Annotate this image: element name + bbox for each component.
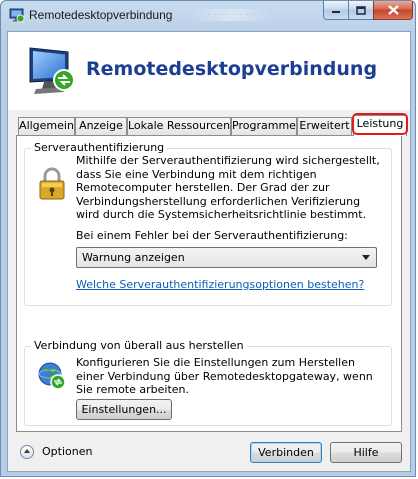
close-icon [387,5,399,15]
settings-button[interactable]: Einstellungen... [76,399,172,420]
error-behavior-label: Bei einem Fehler bei der Serverauthentif… [76,229,348,242]
tab-leistung[interactable]: Leistung [353,115,407,136]
tab-erweitert[interactable]: Erweitert [297,117,352,135]
lock-icon [39,167,65,200]
remote-desktop-icon [9,8,25,23]
server-auth-group-title: Serverauthentifizierung [31,141,168,154]
chevron-up-icon [20,445,34,459]
globe-gateway-icon [38,362,66,390]
server-auth-group: Serverauthentifizierung Mithilfe der Ser… [24,141,392,306]
maximize-button[interactable] [348,1,374,20]
minimize-button[interactable] [323,1,349,20]
connect-anywhere-description: Konfigurieren Sie die Einstellungen zum … [76,356,373,396]
connect-button[interactable]: Verbinden [250,442,322,463]
auth-options-link[interactable]: Welche Serverauthentifizierungsoptionen … [76,278,364,291]
remote-desktop-logo-icon [29,47,75,94]
blurred-title-text: · · · · · · · · · · [201,11,263,19]
tab-anzeige[interactable]: Anzeige [75,117,127,135]
chevron-down-icon [362,255,370,260]
tab-panel-leistung: Serverauthentifizierung Mithilfe der Ser… [16,135,402,432]
connect-anywhere-group-title: Verbindung von überall aus herstellen [31,339,247,352]
tab-allgemein[interactable]: Allgemein [18,117,75,135]
banner-title: Remotedesktopverbindung [86,58,378,80]
dialog-client-area: Remotedesktopverbindung Allgemein Anzeig… [7,31,411,472]
options-label: Optionen [42,445,93,458]
server-auth-description: Mithilfe der Serverauthentifizierung wir… [76,154,380,221]
title-bar[interactable]: Remotedesktopverbindung · · · · · · · · … [1,1,415,29]
minimize-icon [332,11,340,13]
app-window: Remotedesktopverbindung · · · · · · · · … [0,0,416,477]
tab-programme[interactable]: Programme [231,117,297,135]
maximize-icon [356,5,366,15]
banner: Remotedesktopverbindung [8,32,410,110]
tab-lokale-ressourcen[interactable]: Lokale Ressourcen [127,117,231,135]
auth-error-select-value: Warnung anzeigen [82,251,185,264]
help-button[interactable]: Hilfe [330,442,402,463]
tab-strip: Allgemein Anzeige Lokale Ressourcen Prog… [16,113,408,136]
connect-anywhere-group: Verbindung von überall aus herstellen Ko… [24,339,392,426]
auth-error-select[interactable]: Warnung anzeigen [76,247,377,268]
window-title: Remotedesktopverbindung [29,8,173,22]
close-button[interactable] [373,1,413,20]
